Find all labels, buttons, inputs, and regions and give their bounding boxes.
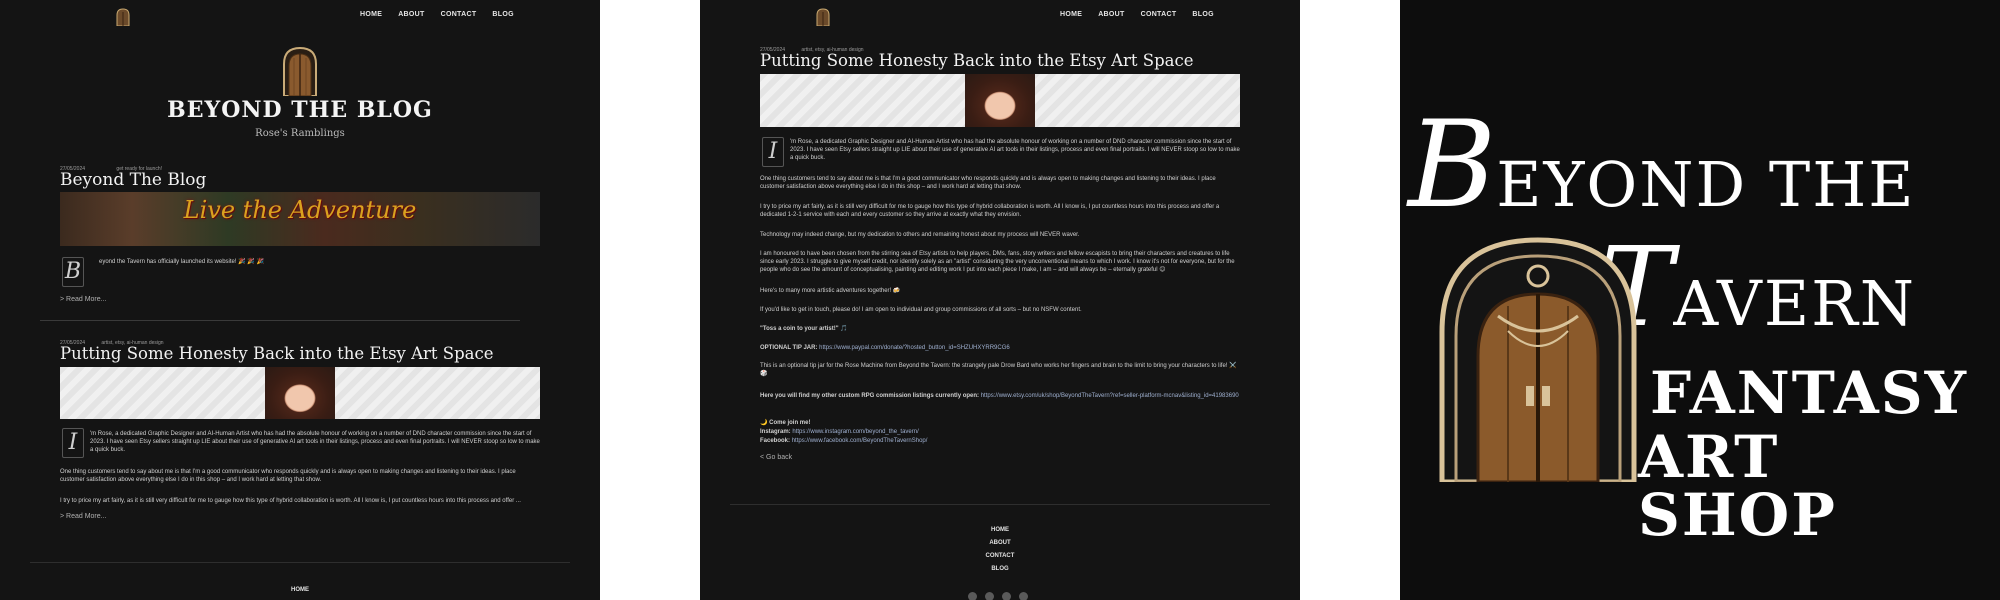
tip-jar-note: This is an optional tip jar for the Rose…	[760, 363, 1237, 377]
facebook-link[interactable]: https://www.facebook.com/BeyondTheTavern…	[792, 438, 928, 444]
post-paragraph: One thing customers tend to say about me…	[760, 176, 1216, 190]
facebook-icon[interactable]	[985, 592, 994, 600]
read-more-link[interactable]: > Read More...	[60, 513, 107, 520]
listings-line: Here you will find my other custom RPG c…	[760, 392, 1240, 400]
post-paragraph: "Toss a coin to your artist!" 🎵	[760, 326, 848, 332]
footer-contact[interactable]: CONTACT	[700, 553, 1300, 559]
etsy-icon[interactable]	[1002, 592, 1011, 600]
read-more-link[interactable]: > Read More...	[60, 296, 107, 303]
tip-jar-line: OPTIONAL TIP JAR: https://www.paypal.com…	[760, 344, 1240, 352]
post-paragraph: Here's to many more artistic adventures …	[760, 288, 901, 294]
shop-logo-image: BEYOND THE TAVERN FANTASY ART SHOP	[1400, 0, 2000, 600]
instagram-label: Instagram:	[760, 429, 791, 435]
tavern-door-emblem-icon	[1439, 237, 1637, 482]
post-paragraph: Technology may indeed change, but my ded…	[760, 232, 1080, 238]
nav-home[interactable]: HOME	[360, 11, 382, 18]
footer-nav: HOME ABOUT CONTACT BLOG	[700, 527, 1300, 579]
dropcap: I	[62, 428, 84, 458]
logo-line-art-shop: ART SHOP	[1638, 423, 1837, 549]
post-excerpt: eyond the Tavern has officially launched…	[99, 259, 264, 265]
banner-text: Live the Adventure	[183, 196, 417, 224]
post-title[interactable]: Putting Some Honesty Back into the Etsy …	[60, 344, 494, 363]
nav-blog[interactable]: BLOG	[1192, 11, 1213, 18]
tavern-door-logo-icon[interactable]	[816, 8, 830, 26]
nav-blog[interactable]: BLOG	[492, 11, 513, 18]
tavern-door-emblem-icon	[283, 46, 317, 96]
tavern-door-logo-icon[interactable]	[116, 8, 130, 26]
footer-divider	[730, 504, 1270, 505]
footer-home[interactable]: HOME	[0, 587, 600, 593]
nav-links: HOME ABOUT CONTACT BLOG	[1060, 11, 1214, 18]
email-icon[interactable]	[1019, 592, 1028, 600]
page-title: BEYOND THE BLOG	[167, 97, 433, 123]
post-divider	[40, 320, 520, 321]
tip-jar-link[interactable]: https://www.paypal.com/donate/?hosted_bu…	[819, 345, 1010, 351]
footer-divider	[30, 562, 570, 563]
footer-nav: HOME	[0, 587, 600, 600]
post-banner-image[interactable]	[60, 367, 540, 419]
dropcap: I	[762, 137, 784, 167]
post-title[interactable]: Beyond The Blog	[60, 170, 206, 190]
tip-jar-label: OPTIONAL TIP JAR:	[760, 345, 818, 351]
instagram-line: Instagram: https://www.instagram.com/bey…	[760, 428, 1240, 436]
top-nav: HOME ABOUT CONTACT BLOG	[0, 8, 600, 28]
post-paragraph: 'm Rose, a dedicated Graphic Designer an…	[790, 139, 1240, 161]
nav-contact[interactable]: CONTACT	[1141, 11, 1177, 18]
listings-label: Here you will find my other custom RPG c…	[760, 393, 980, 399]
join-label: 🌙 Come join me!	[760, 420, 811, 426]
post-excerpt: One thing customers tend to say about me…	[60, 469, 516, 483]
social-icons	[968, 592, 1028, 600]
nav-contact[interactable]: CONTACT	[441, 11, 477, 18]
facebook-label: Facebook:	[760, 438, 791, 444]
top-nav: HOME ABOUT CONTACT BLOG	[700, 8, 1300, 28]
post-banner-image[interactable]: Live the Adventure	[60, 192, 540, 246]
post-paragraph: I am honoured to have been chosen from t…	[760, 251, 1235, 273]
blog-index-screenshot: HOME ABOUT CONTACT BLOG BEYOND THE BLOG …	[0, 0, 600, 600]
logo-line-tavern: TAVERN	[1600, 223, 1917, 351]
footer-blog[interactable]: BLOG	[700, 566, 1300, 572]
nav-about[interactable]: ABOUT	[398, 11, 424, 18]
instagram-link[interactable]: https://www.instagram.com/beyond_the_tav…	[792, 429, 918, 435]
nav-about[interactable]: ABOUT	[1098, 11, 1124, 18]
footer-about[interactable]: ABOUT	[700, 540, 1300, 546]
listings-link[interactable]: https://www.etsy.com/uk/shop/BeyondTheTa…	[981, 393, 1239, 399]
post-banner-image	[760, 74, 1240, 127]
logo-line-fantasy: FANTASY	[1650, 359, 1969, 427]
post-title: Putting Some Honesty Back into the Etsy …	[760, 51, 1194, 70]
blog-post-screenshot: HOME ABOUT CONTACT BLOG 27/05/2024 artis…	[700, 0, 1300, 600]
facebook-line: Facebook: https://www.facebook.com/Beyon…	[760, 437, 1240, 445]
footer-home[interactable]: HOME	[700, 527, 1300, 533]
go-back-link[interactable]: < Go back	[760, 454, 792, 461]
nav-links: HOME ABOUT CONTACT BLOG	[360, 11, 514, 18]
logo-line-beyond-the: BEYOND THE	[1408, 96, 1916, 235]
post-paragraph: I try to price my art fairly, as it is s…	[760, 204, 1220, 218]
post-excerpt: 'm Rose, a dedicated Graphic Designer an…	[90, 431, 540, 453]
post-excerpt: I try to price my art fairly, as it is s…	[60, 498, 521, 504]
post-paragraph: If you'd like to get in touch, please do…	[760, 307, 1082, 313]
instagram-icon[interactable]	[968, 592, 977, 600]
author-portrait	[965, 74, 1035, 127]
page-subtitle: Rose's Ramblings	[255, 128, 345, 139]
author-portrait	[265, 367, 335, 419]
nav-home[interactable]: HOME	[1060, 11, 1082, 18]
dropcap: B	[62, 257, 84, 287]
